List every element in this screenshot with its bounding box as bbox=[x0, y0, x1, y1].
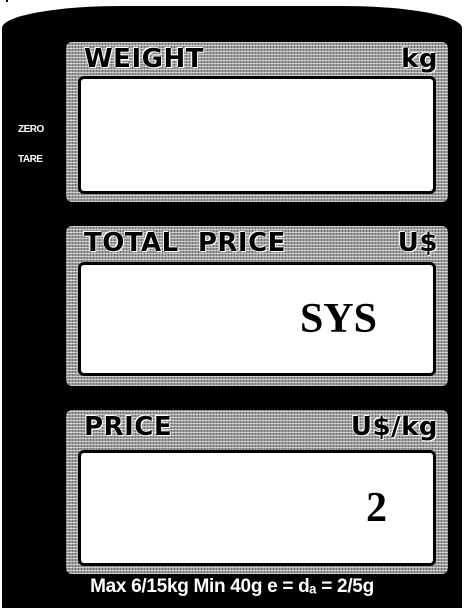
unit-price-display: 2 bbox=[78, 450, 436, 566]
weight-label: WEIGHT bbox=[84, 44, 204, 74]
weight-unit: kg bbox=[401, 44, 438, 74]
zero-indicator: ZERO bbox=[18, 124, 44, 135]
tare-indicator: TARE bbox=[18, 154, 43, 165]
unit-price-label: PRICE bbox=[84, 412, 173, 442]
corner-mark bbox=[6, 0, 8, 2]
unit-price-value: 2 bbox=[366, 485, 387, 531]
total-price-display: SYS bbox=[78, 262, 436, 376]
total-price-value: SYS bbox=[299, 296, 377, 342]
unit-price-section: PRICE U$/kg 2 bbox=[66, 410, 448, 574]
weight-display bbox=[78, 76, 436, 194]
unit-price-unit: U$/kg bbox=[350, 412, 438, 442]
total-price-section: TOTAL PRICE U$ SYS bbox=[66, 226, 448, 386]
weight-section: WEIGHT kg bbox=[66, 42, 448, 202]
total-price-unit: U$ bbox=[397, 228, 438, 258]
capacity-spec-line: Max 6/15kg Min 40g e = dₐ = 2/5g bbox=[90, 576, 374, 597]
total-price-label: TOTAL PRICE bbox=[84, 228, 286, 258]
scale-display-panel: ZERO TARE WEIGHT kg TOTAL PRICE U$ SYS P… bbox=[2, 6, 462, 608]
